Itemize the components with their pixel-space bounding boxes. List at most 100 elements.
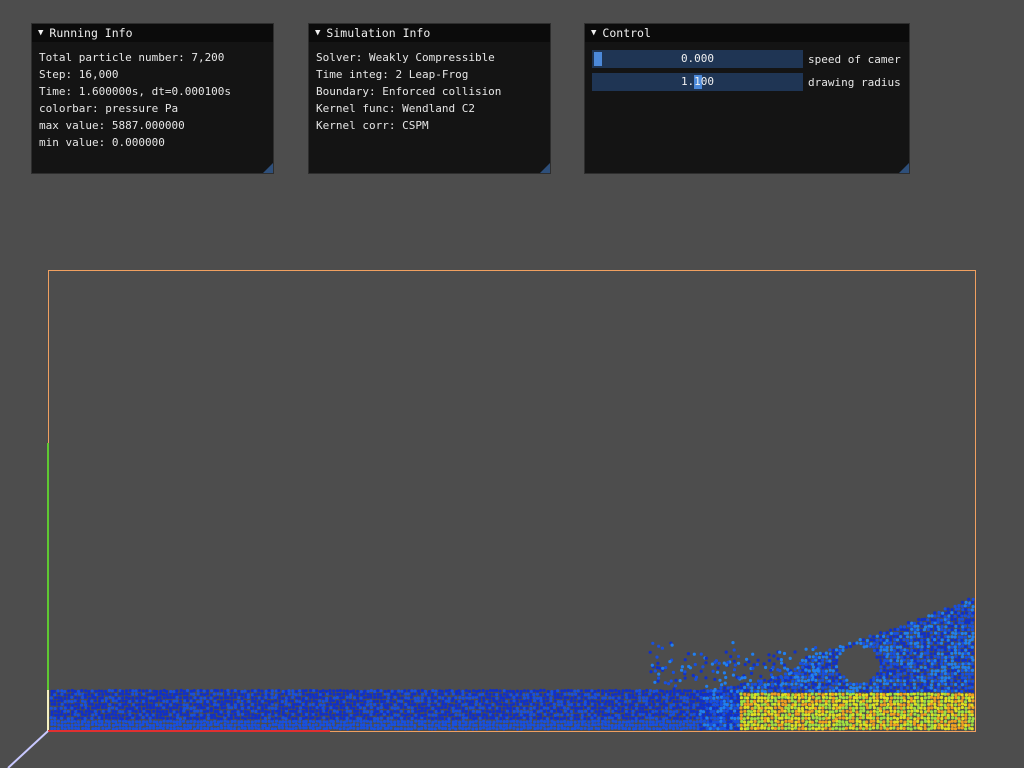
- particle: [704, 661, 708, 665]
- particle: [920, 668, 924, 672]
- particle: [508, 689, 512, 693]
- particle: [767, 653, 771, 657]
- particle: [137, 688, 142, 693]
- particle: [179, 703, 183, 707]
- particle: [960, 604, 964, 608]
- particle: [753, 709, 757, 713]
- particle: [855, 710, 859, 714]
- particle: [861, 713, 866, 717]
- particle: [270, 696, 274, 700]
- particle: [111, 719, 115, 723]
- particle: [107, 692, 111, 696]
- particle: [165, 716, 169, 721]
- particle: [916, 669, 920, 673]
- particle: [552, 720, 556, 724]
- particle: [182, 719, 186, 723]
- particle: [230, 710, 234, 714]
- particle: [610, 726, 614, 730]
- particle: [967, 689, 972, 693]
- particle: [321, 712, 325, 716]
- resize-grip-icon[interactable]: [899, 163, 909, 173]
- particle: [967, 608, 971, 612]
- particle: [155, 716, 159, 720]
- particle: [749, 720, 754, 724]
- particle: [346, 727, 350, 731]
- particle: [827, 665, 832, 669]
- particle: [756, 716, 760, 720]
- particle: [399, 723, 403, 727]
- control-header[interactable]: ▼ Control: [585, 24, 909, 42]
- particle: [957, 607, 961, 611]
- particle: [322, 696, 326, 700]
- particle: [756, 658, 760, 662]
- particle: [216, 689, 220, 693]
- particle: [379, 712, 383, 716]
- particle: [946, 692, 950, 696]
- particle: [882, 676, 886, 680]
- particle: [376, 727, 380, 731]
- particle: [766, 685, 770, 690]
- particle: [60, 702, 64, 706]
- particle: [363, 700, 367, 704]
- particle: [715, 693, 720, 697]
- particle: [444, 713, 448, 717]
- collapse-arrow-icon[interactable]: ▼: [38, 28, 43, 38]
- particle: [128, 726, 132, 731]
- resize-grip-icon[interactable]: [263, 163, 273, 173]
- particle: [933, 696, 937, 700]
- particle: [828, 713, 832, 717]
- particle: [376, 723, 380, 728]
- particle: [893, 641, 897, 645]
- particle: [219, 703, 224, 707]
- particle: [838, 648, 842, 653]
- particle: [138, 709, 142, 714]
- particle: [736, 723, 741, 727]
- particle: [706, 713, 710, 717]
- particle: [390, 713, 394, 717]
- particle: [100, 696, 104, 700]
- simulation-info-header[interactable]: ▼ Simulation Info: [309, 24, 550, 42]
- colorbar-text: colorbar: pressure Pa: [39, 102, 179, 115]
- particle: [825, 710, 829, 714]
- running-info-header[interactable]: ▼ Running Info: [32, 24, 273, 42]
- particle: [688, 719, 693, 723]
- particle: [878, 655, 882, 659]
- particle: [729, 719, 733, 724]
- particle: [603, 696, 607, 700]
- particle: [793, 689, 797, 693]
- particle: [115, 703, 119, 707]
- collapse-arrow-icon[interactable]: ▼: [591, 28, 596, 38]
- particle: [569, 709, 574, 714]
- camera-speed-slider[interactable]: 0.000: [592, 50, 803, 68]
- particle: [352, 722, 356, 727]
- particle: [274, 722, 278, 727]
- particle: [212, 692, 216, 696]
- particle: [560, 692, 564, 697]
- particle: [960, 699, 964, 703]
- particle: [50, 722, 54, 727]
- particle: [929, 695, 934, 699]
- particle: [498, 693, 502, 697]
- particle: [648, 723, 653, 727]
- particle: [101, 709, 105, 713]
- particle: [478, 720, 482, 724]
- particle: [923, 631, 927, 636]
- particle: [158, 692, 162, 696]
- particle: [216, 695, 220, 700]
- resize-grip-icon[interactable]: [540, 163, 550, 173]
- particle: [458, 726, 462, 730]
- particle: [477, 689, 481, 693]
- particle: [346, 699, 350, 703]
- particle: [825, 696, 829, 700]
- drawing-radius-slider[interactable]: 1.100: [592, 73, 803, 91]
- particle: [961, 679, 965, 683]
- particle: [104, 719, 108, 723]
- particle: [593, 696, 598, 700]
- particle: [475, 727, 479, 731]
- collapse-arrow-icon[interactable]: ▼: [315, 28, 320, 38]
- particle: [339, 700, 343, 704]
- particle: [648, 713, 652, 717]
- particle: [341, 695, 346, 700]
- particle: [243, 726, 247, 731]
- particle: [906, 668, 910, 673]
